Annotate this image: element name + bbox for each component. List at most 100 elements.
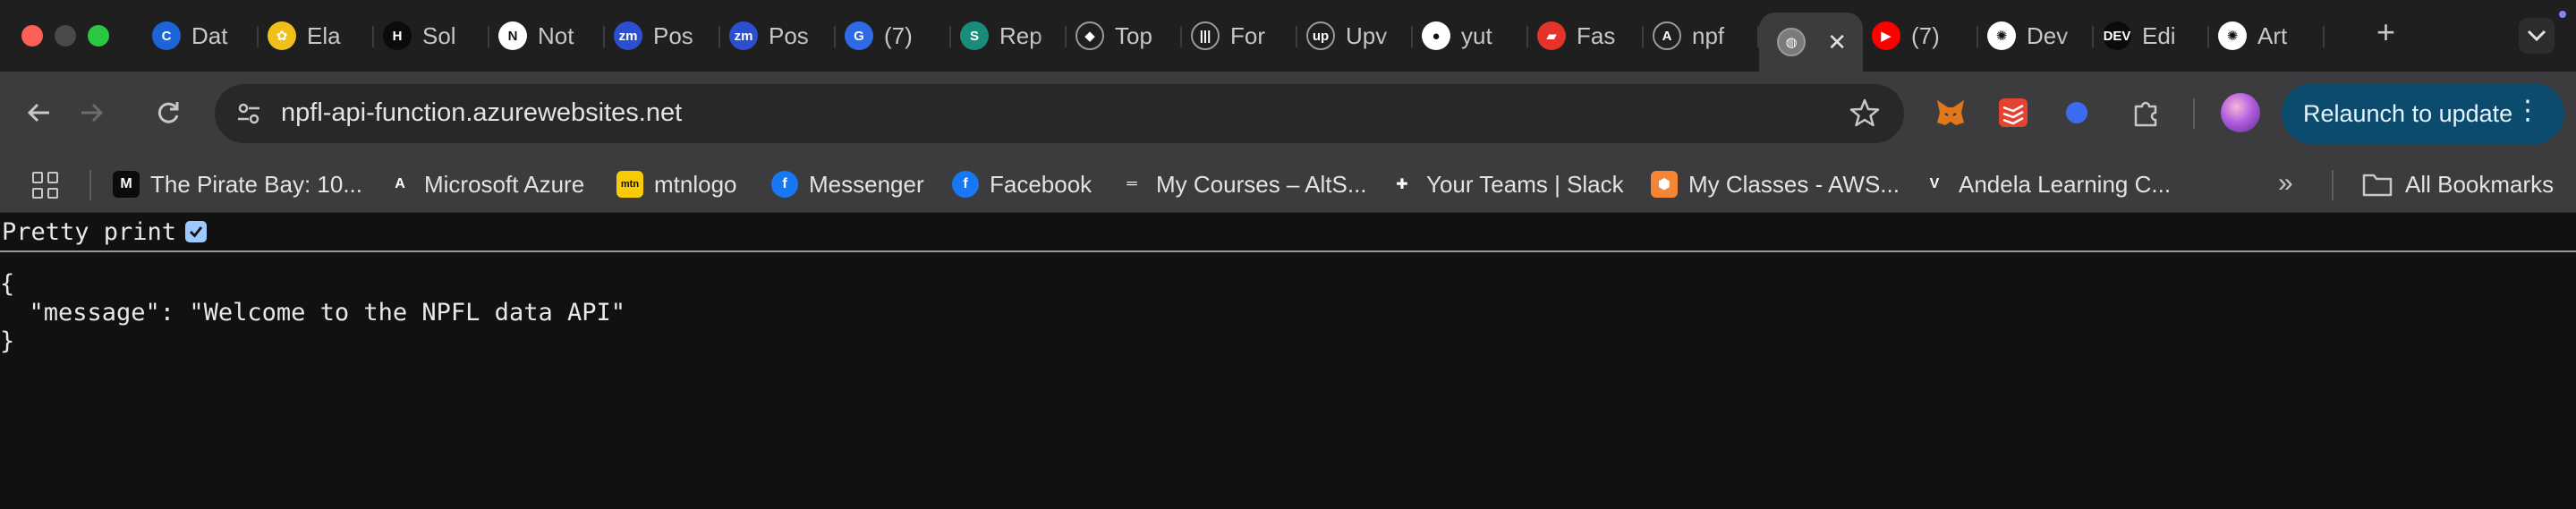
bookmark-label: Microsoft Azure [424, 170, 585, 198]
tab[interactable]: C Dat [143, 13, 259, 59]
facebook-icon: f [952, 171, 979, 198]
todoist-extension[interactable] [1995, 95, 2031, 131]
tab-title: Pos [769, 21, 809, 49]
profile-avatar[interactable] [2221, 93, 2260, 132]
bookmark-item[interactable]: f Messenger [771, 168, 924, 200]
bookmark-item[interactable]: V Andela Learning C... [1921, 168, 2171, 200]
all-bookmarks-button[interactable]: All Bookmarks [2362, 168, 2554, 200]
github-icon: ● [1422, 21, 1450, 50]
bookmarks-separator [89, 170, 91, 200]
arrow-right-icon [81, 103, 104, 123]
chevron-down-icon [2527, 30, 2546, 42]
bookmark-label: Messenger [809, 170, 924, 198]
tab[interactable]: ▶ (7) [1863, 13, 1978, 59]
tune-icon [238, 103, 259, 124]
g-badge-icon: G [845, 21, 873, 50]
bookmarks-bar: M The Pirate Bay: 10... A Microsoft Azure mt… [0, 156, 2576, 213]
bookmark-label: Your Teams | Slack [1426, 170, 1624, 198]
globe-icon: ◍ [1777, 28, 1806, 56]
bookmark-item[interactable]: ⬢ My Classes - AWS... [1651, 168, 1900, 200]
reload-button[interactable] [150, 95, 186, 131]
metamask-extension[interactable] [1933, 95, 1968, 131]
tab-title: Edi [2142, 21, 2176, 49]
close-tab-icon[interactable]: ✕ [1827, 30, 1847, 54]
pretty-print-checkbox[interactable] [185, 221, 208, 242]
s-icon: S [960, 21, 989, 50]
bookmark-item[interactable]: f Facebook [952, 168, 1092, 200]
tab-title: Art [2257, 21, 2288, 49]
bookmark-item[interactable]: M The Pirate Bay: 10... [113, 168, 362, 200]
bookmark-item[interactable]: ═ My Courses – AltS... [1118, 168, 1367, 200]
back-button[interactable] [21, 95, 57, 131]
tab[interactable]: zm Pos [720, 13, 836, 59]
arrow-left-icon [27, 103, 49, 123]
bookmark-item[interactable]: ✚ Your Teams | Slack [1389, 168, 1624, 200]
tab[interactable]: ◆ Top [1067, 13, 1182, 59]
slack-icon: ✚ [1389, 171, 1416, 198]
pretty-print-bar: Pretty print [0, 213, 2576, 252]
tab-title: Not [538, 21, 574, 49]
star-icon [1849, 98, 1880, 127]
tab[interactable]: ||| For [1182, 13, 1297, 59]
tab-title: npf [1692, 21, 1725, 49]
checkmark-icon [190, 226, 203, 238]
tab[interactable]: DEV Edi [2094, 13, 2209, 59]
bookmark-star-button[interactable] [1849, 97, 1881, 133]
tab[interactable]: Anpf [1644, 13, 1759, 59]
tab[interactable]: ✺ Art [2209, 13, 2325, 59]
elastic-icon: ✿ [268, 21, 296, 50]
tab[interactable]: ● yut [1413, 13, 1528, 59]
apps-grid-icon[interactable] [32, 172, 59, 199]
tab-title: Dev [2027, 21, 2069, 49]
tab-separator [2323, 26, 2325, 47]
tab-title: (7) [1911, 21, 1940, 49]
tab[interactable]: zm Pos [605, 13, 720, 59]
window-maximize-button[interactable] [88, 25, 109, 47]
tab[interactable]: N Not [489, 13, 605, 59]
url-text[interactable]: npfl-api-function.azurewebsites.net [281, 98, 682, 128]
pretty-print-label: Pretty print [2, 217, 177, 246]
mtn-icon: mtn [616, 171, 643, 198]
todoist-icon [1999, 98, 2028, 127]
forward-button[interactable] [73, 95, 109, 131]
facebook-icon: f [771, 171, 798, 198]
tab[interactable]: ▰ Fas [1528, 13, 1644, 59]
tab-title: Dat [191, 21, 228, 49]
new-tab-button[interactable]: + [2376, 16, 2395, 48]
blue-dot-icon [2066, 102, 2087, 123]
address-bar[interactable]: npfl-api-function.azurewebsites.net [215, 84, 1904, 143]
tab[interactable]: ✺ Dev [1978, 13, 2094, 59]
tab[interactable]: ✿ Ela [259, 13, 374, 59]
bookmark-label: Facebook [990, 170, 1092, 198]
tab[interactable]: G (7) [836, 13, 951, 59]
site-info-button[interactable] [231, 96, 267, 131]
tab[interactable]: H Sol [374, 13, 489, 59]
window-close-button[interactable] [21, 25, 43, 47]
more-bookmarks-button[interactable]: » [2278, 168, 2293, 199]
bookmark-label: My Classes - AWS... [1688, 170, 1900, 198]
bookmark-item[interactable]: mtn mtnlogo [616, 168, 737, 200]
tab-title: Fas [1577, 21, 1616, 49]
tab[interactable]: S Rep [951, 13, 1067, 59]
tab-title: Top [1115, 21, 1152, 49]
json-line: "message": "Welcome to the NPFL data API… [0, 299, 625, 327]
page-content: Pretty print { "message": "Welcome to th… [0, 213, 2576, 509]
window-minimize-button[interactable] [55, 25, 76, 47]
tab-active[interactable]: ◍ ✕ [1759, 13, 1863, 72]
json-line: { [0, 270, 15, 298]
menu-dots-icon[interactable]: ⋮ [2514, 98, 2541, 124]
bookmark-item[interactable]: A Microsoft Azure [387, 168, 584, 200]
tab-title: Sol [422, 21, 456, 49]
tab-search-button[interactable] [2519, 18, 2555, 54]
c-logo-icon: C [152, 21, 181, 50]
youtube-icon: ▶ [1872, 21, 1900, 50]
extensions-button[interactable] [2129, 95, 2164, 131]
relaunch-button[interactable]: Relaunch to update ⋮ [2282, 83, 2564, 144]
tab[interactable]: up Upv [1297, 13, 1413, 59]
tab-title: yut [1461, 21, 1492, 49]
tab-title: Rep [999, 21, 1042, 49]
alt-icon: ═ [1118, 171, 1145, 198]
openai-icon: ✺ [2218, 21, 2247, 50]
tab-list: C Dat ✿ Ela H Sol N Not zm Pos zm Pos G (7) S Rep ◆ Top ||… [143, 13, 2325, 72]
blue-dot-extension[interactable] [2059, 95, 2095, 131]
